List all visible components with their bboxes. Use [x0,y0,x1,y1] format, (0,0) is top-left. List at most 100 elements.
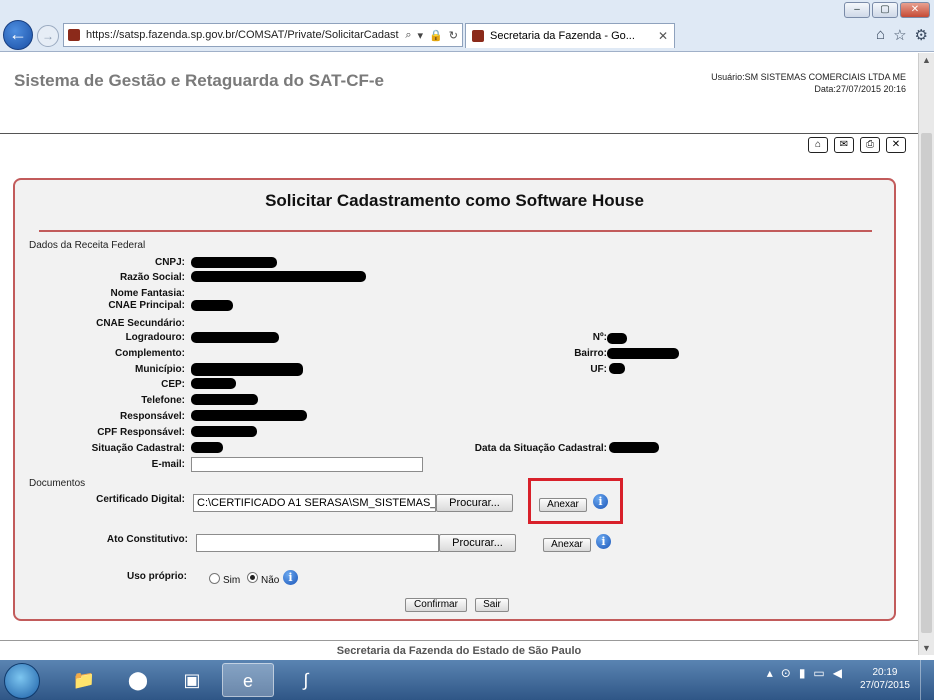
scroll-up-icon[interactable]: ▲ [922,55,931,65]
scroll-down-icon[interactable]: ▼ [922,643,931,653]
star-icon[interactable]: ☆ [893,26,906,44]
label-municipio: Município: [135,364,185,375]
sim-label: Sim [223,575,241,586]
redacted-value [607,333,627,344]
start-button[interactable] [4,663,40,699]
label-cpf-responsavel: CPF Responsável: [97,427,185,438]
maximize-button[interactable]: ▢ [872,2,898,18]
label-uso-proprio: Uso próprio: [127,571,187,582]
redacted-value [191,300,233,311]
ato-procurar-button[interactable]: Procurar... [439,534,516,552]
refresh-icon[interactable]: ↻ [449,29,458,42]
certificado-procurar-button[interactable]: Procurar... [436,494,513,512]
minimize-button[interactable]: – [844,2,870,18]
redacted-value [191,394,258,405]
taskbar: 📁 ⬤ ▣ e ∫ ▴ ⊙ ▮ ▭ ◀ 20:19 27/07/2015 [0,660,934,700]
label-certificado: Certificado Digital: [96,494,185,505]
battery-icon[interactable]: ▮ [799,666,806,680]
system-title: Sistema de Gestão e Retaguarda do SAT-CF… [14,71,384,90]
app-icon[interactable]: ▣ [166,663,218,697]
email-field[interactable] [191,457,423,472]
form-title: Solicitar Cadastramento como Software Ho… [265,191,644,210]
internet-explorer-icon[interactable]: e [222,663,274,697]
label-ato-constitutivo: Ato Constitutivo: [106,534,188,545]
redacted-value [191,410,307,421]
forward-button[interactable]: → [37,25,59,47]
user-info: Usuário:SM SISTEMAS COMERCIAIS LTDA ME D… [711,71,906,95]
page-footer: Secretaria da Fazenda do Estado de São P… [0,640,918,660]
label-cnae-secundario: CNAE Secundário: [96,318,185,329]
uso-proprio-sim-radio[interactable] [209,573,220,584]
redacted-value [191,271,366,282]
lock-icon[interactable]: 🔒 [429,29,443,42]
label-email: E-mail: [151,459,185,470]
app-icon[interactable]: ⬤ [112,663,164,697]
tab-close-icon[interactable]: ✕ [658,29,668,43]
search-icon[interactable]: ⌕ [405,29,411,42]
chevron-up-icon[interactable]: ▴ [767,666,773,680]
dropdown-icon[interactable]: ▾ [418,29,424,42]
network-icon[interactable]: ⊙ [781,666,791,680]
home-icon[interactable]: ⌂ [876,26,885,44]
highlight-box [528,478,623,524]
gear-icon[interactable]: ⚙ [915,26,928,44]
tab-title: Secretaria da Fazenda - Go... [490,30,635,42]
label-situacao-cadastral: Situação Cadastral: [91,443,185,454]
clock[interactable]: 20:19 27/07/2015 [860,666,910,692]
user-line: Usuário:SM SISTEMAS COMERCIAIS LTDA ME [711,72,906,82]
browser-tab[interactable]: Secretaria da Fazenda - Go... ✕ [465,23,675,48]
redacted-value [191,257,277,268]
label-cnae-principal: CNAE Principal: [108,300,185,311]
back-button[interactable]: ← [3,20,33,50]
title-divider [39,230,872,232]
date-line: Data:27/07/2015 20:16 [814,84,906,94]
vertical-scrollbar[interactable]: ▲ ▼ [918,53,934,655]
display-icon[interactable]: ▭ [813,666,824,680]
label-cnpj: CNPJ: [154,257,185,268]
close-icon[interactable]: ✕ [886,137,906,153]
label-complemento: Complemento: [115,348,185,359]
redacted-value [191,426,257,437]
certificado-file-input[interactable]: C:\CERTIFICADO A1 SERASA\SM_SISTEMAS_ [193,494,436,512]
site-icon [68,29,80,41]
browser-tools: ⌂ ☆ ⚙ [876,26,928,44]
scroll-thumb[interactable] [921,133,932,633]
redacted-value [191,442,223,453]
home-icon[interactable]: ⌂ [808,137,828,153]
address-bar[interactable]: https://satsp.fazenda.sp.gov.br/COMSAT/P… [63,23,463,47]
uso-proprio-nao-radio[interactable] [247,572,258,583]
label-numero: Nº: [592,332,607,343]
sair-button[interactable]: Sair [475,598,509,612]
ato-anexar-button[interactable]: Anexar [543,538,591,552]
label-cep: CEP: [161,379,185,390]
label-logradouro: Logradouro: [125,332,185,343]
show-desktop-button[interactable] [920,660,934,700]
redacted-value [609,363,625,374]
form-panel: Solicitar Cadastramento como Software Ho… [13,178,896,621]
header-divider [0,133,918,134]
info-icon[interactable]: i [283,570,298,585]
page-tools: ⌂ ✉ ⎙ ✕ [808,137,906,153]
file-explorer-icon[interactable]: 📁 [58,663,110,697]
volume-icon[interactable]: ◀ [833,666,842,680]
label-telefone: Telefone: [141,395,185,406]
redacted-value [609,442,659,453]
app-icon[interactable]: ∫ [280,663,332,697]
redacted-value [191,378,236,389]
ato-file-input[interactable] [196,534,439,552]
url-text: https://satsp.fazenda.sp.gov.br/COMSAT/P… [86,29,399,41]
clock-date: 27/07/2015 [859,680,910,691]
label-data-situacao: Data da Situação Cadastral: [474,443,607,454]
browser-chrome: – ▢ ✕ ← → https://satsp.fazenda.sp.gov.b… [0,0,934,52]
close-window-button[interactable]: ✕ [900,2,930,18]
section-receita: Dados da Receita Federal [29,240,146,251]
label-nome-fantasia: Nome Fantasia: [110,288,185,299]
redacted-value [607,348,679,359]
info-icon[interactable]: i [596,534,611,549]
nao-label: Não [261,575,280,586]
tab-favicon-icon [472,30,484,42]
label-uf: UF: [590,364,607,375]
confirmar-button[interactable]: Confirmar [405,598,467,612]
mail-icon[interactable]: ✉ [834,137,854,153]
print-icon[interactable]: ⎙ [860,137,880,153]
